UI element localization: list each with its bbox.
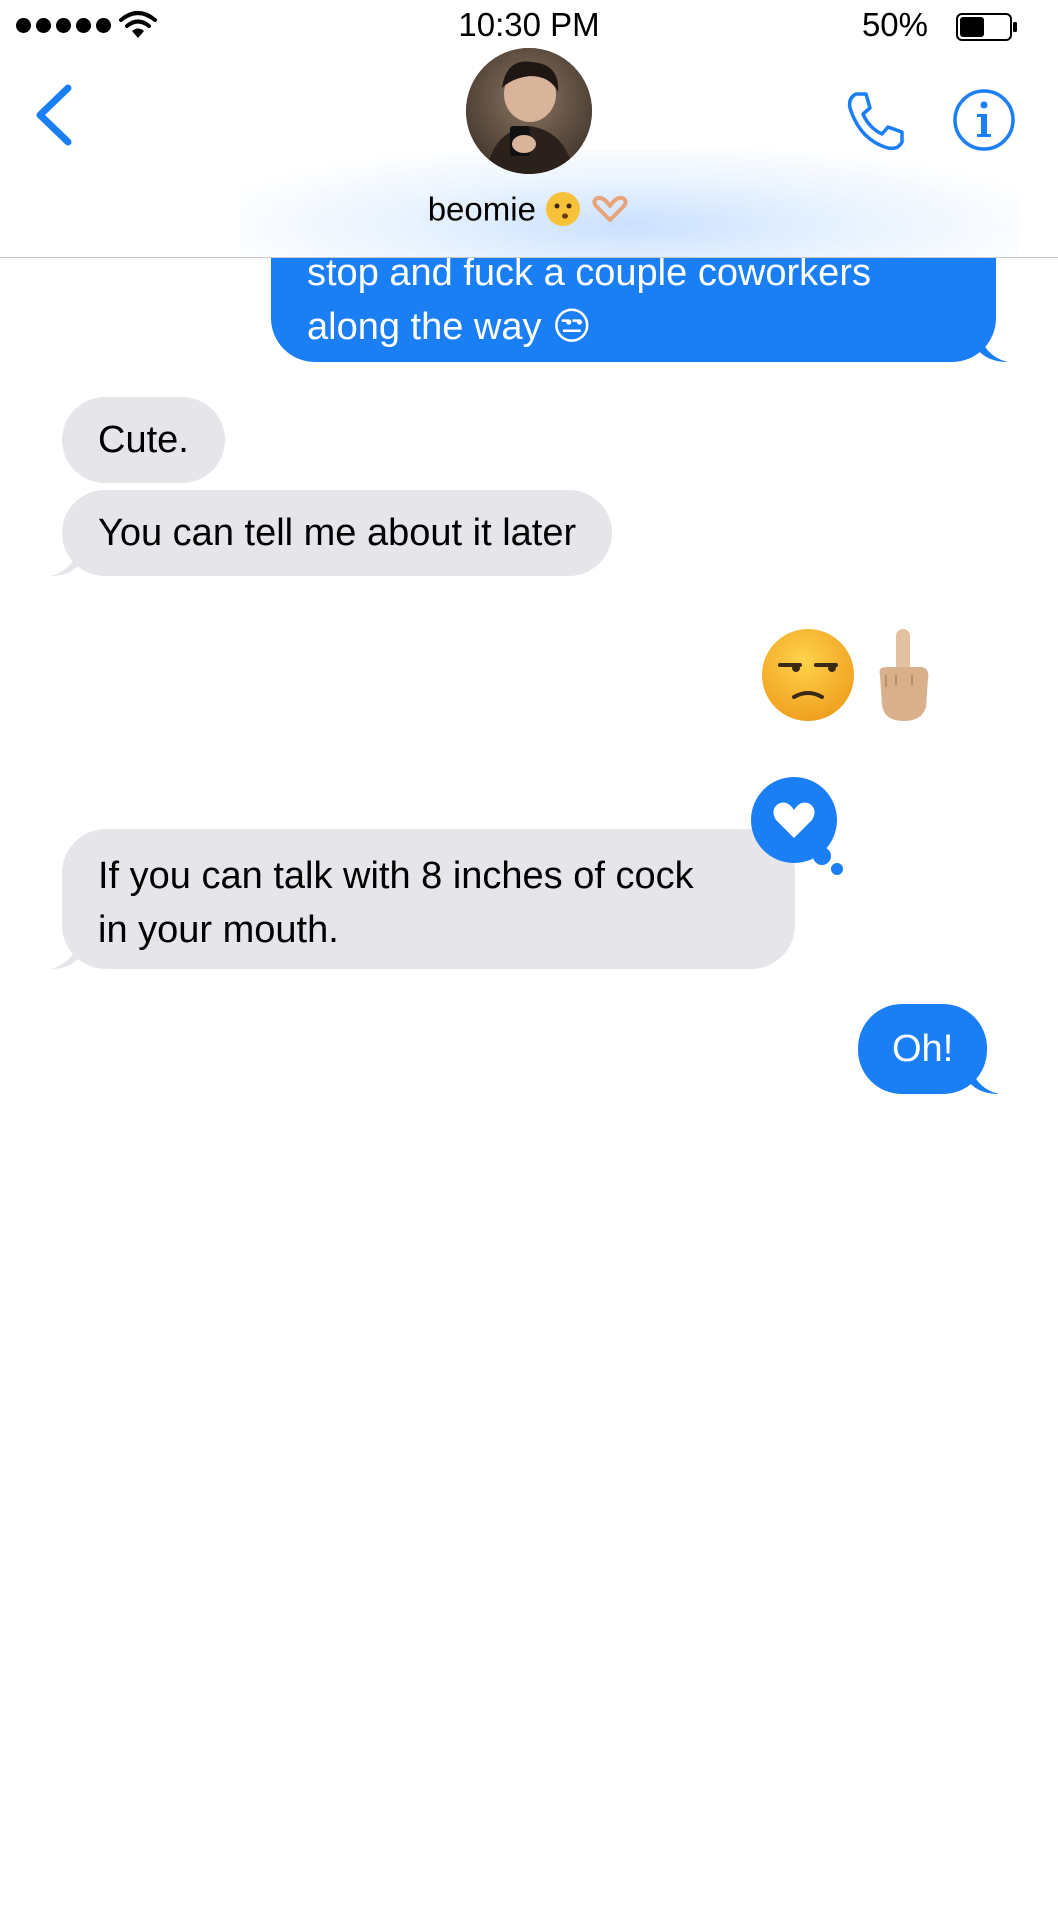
message-text: You can tell me about it later bbox=[98, 512, 577, 554]
message-text: Cute. bbox=[98, 419, 189, 461]
bubble-tail bbox=[969, 1058, 1000, 1094]
received-message-bubble[interactable]: You can tell me about it later bbox=[50, 490, 613, 576]
status-bar: 10:30 PM 50% bbox=[0, 0, 1058, 52]
contact-name-row[interactable]: beomie bbox=[0, 188, 1058, 228]
messages-screen: beomie 10:30 PM 50% stop and fuck a coup… bbox=[0, 0, 1058, 1920]
bubble-tail bbox=[50, 933, 80, 969]
heart-hands-icon bbox=[592, 196, 628, 223]
received-message-bubble[interactable]: If you can talk with 8 inches of cock in… bbox=[50, 829, 795, 969]
message-text-line: along the way 😒 bbox=[307, 306, 592, 348]
sent-emoji-message[interactable]: 😒 🖕🏼 bbox=[760, 620, 934, 730]
back-chevron-icon[interactable] bbox=[30, 82, 80, 148]
received-message-bubble[interactable]: Cute. bbox=[62, 397, 225, 483]
battery-percent: 50% bbox=[861, 6, 928, 43]
phone-icon[interactable] bbox=[842, 88, 908, 154]
message-text-line: in your mouth. bbox=[98, 909, 339, 951]
message-text-line: If you can talk with 8 inches of cock bbox=[98, 855, 694, 897]
bubble-tail bbox=[978, 326, 1008, 362]
message-text: Oh! bbox=[892, 1028, 954, 1070]
unamused-face-icon bbox=[762, 629, 854, 721]
heart-tapback-icon[interactable] bbox=[750, 776, 844, 876]
info-icon[interactable] bbox=[952, 88, 1016, 152]
contact-avatar[interactable] bbox=[466, 48, 592, 174]
kissing-face-icon bbox=[546, 192, 581, 227]
emoji-message-text: 😒 🖕🏼 bbox=[760, 620, 761, 621]
bubble-tail bbox=[50, 540, 80, 576]
sent-message-bubble[interactable]: Oh! bbox=[858, 1004, 1000, 1094]
middle-finger-icon bbox=[879, 629, 929, 721]
battery-icon bbox=[956, 13, 1017, 41]
contact-name: beomie bbox=[427, 190, 536, 228]
